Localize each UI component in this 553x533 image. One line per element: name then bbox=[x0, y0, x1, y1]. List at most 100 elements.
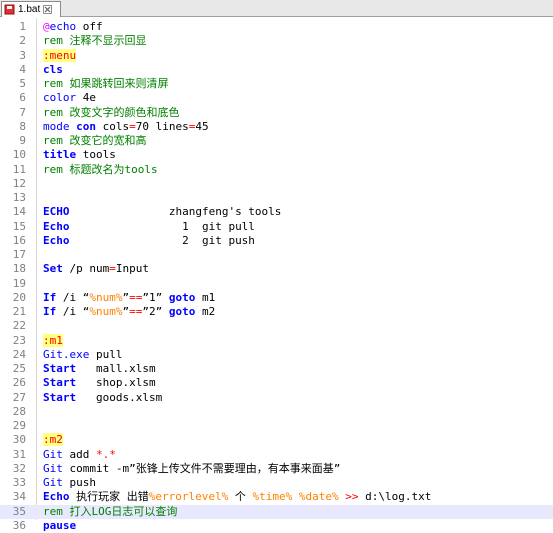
code-line[interactable]: 12 bbox=[0, 177, 553, 191]
tab-bar: 1.bat bbox=[0, 0, 553, 17]
code-token: Start bbox=[43, 376, 77, 390]
code-line[interactable]: 32 Git commit -m”张锋上传文件不需要理由，有本事来面基” bbox=[0, 462, 553, 476]
code-line[interactable]: 9 rem 改变它的宽和高 bbox=[0, 134, 553, 148]
code-editor[interactable]: 1 @echo off 2 rem 注释不显示回显 3 :menu 4 cls 5 rem 如果跳… bbox=[0, 18, 553, 532]
code-token: cls bbox=[43, 62, 63, 76]
code-token: pull bbox=[89, 347, 123, 361]
code-token: %date% bbox=[298, 490, 339, 504]
line-number: 35 bbox=[12, 504, 26, 518]
line-code: :menu bbox=[43, 48, 77, 63]
code-token: %num% bbox=[89, 305, 123, 318]
code-line[interactable]: 19 bbox=[0, 277, 553, 291]
line-number: 16 bbox=[12, 233, 26, 247]
line-number: 5 bbox=[19, 77, 26, 90]
code-token: >> bbox=[345, 490, 359, 504]
line-number: 20 bbox=[12, 290, 26, 304]
code-line[interactable]: 18 Set /p num=Input bbox=[0, 262, 553, 276]
code-line[interactable]: 5 rem 如果跳转回来则清屏 bbox=[0, 77, 553, 91]
code-token: cols bbox=[96, 119, 130, 133]
line-number: 4 bbox=[19, 62, 26, 76]
line-code: :m1 bbox=[43, 333, 63, 348]
code-line[interactable]: 16 Echo 2 git push bbox=[0, 234, 553, 248]
code-line[interactable]: 31 Git add *.* bbox=[0, 448, 553, 462]
line-number: 18 bbox=[12, 262, 26, 276]
code-token: Git bbox=[43, 447, 63, 461]
code-line[interactable]: 4 cls bbox=[0, 63, 553, 77]
code-line[interactable]: 34 Echo 执行玩家 出错%errorlevel% 个 %time% %dat… bbox=[0, 490, 553, 504]
code-token: off bbox=[76, 20, 103, 33]
line-number: 25 bbox=[12, 362, 26, 375]
line-code: rem 标题改名为tools bbox=[43, 163, 158, 177]
line-number: 6 bbox=[19, 91, 26, 105]
line-code: ECHO zhangfeng's tools bbox=[43, 205, 281, 219]
code-line[interactable]: 29 bbox=[0, 419, 553, 433]
code-line[interactable]: 22 bbox=[0, 319, 553, 333]
line-number: 33 bbox=[12, 476, 26, 489]
line-code: If /i “%num%”==”1” goto m1 bbox=[43, 291, 215, 305]
line-code: Echo 2 git push bbox=[43, 234, 255, 248]
code-line[interactable]: 15 Echo 1 git pull bbox=[0, 220, 553, 234]
code-line[interactable]: 35 rem 打入LOG日志可以查询 bbox=[0, 504, 553, 519]
line-code: cls bbox=[43, 63, 63, 77]
code-line[interactable]: 10 title tools bbox=[0, 148, 553, 162]
line-code: :m2 bbox=[43, 433, 63, 447]
code-line[interactable]: 11 rem 标题改名为tools bbox=[0, 163, 553, 177]
code-line[interactable]: 24 Git.exe pull bbox=[0, 348, 553, 362]
code-line[interactable]: 6 color 4e bbox=[0, 91, 553, 105]
code-line[interactable]: 14 ECHO zhangfeng's tools bbox=[0, 205, 553, 219]
code-line[interactable]: 36 pause bbox=[0, 519, 553, 533]
code-line[interactable]: 8 mode con cols=70 lines=45 bbox=[0, 120, 553, 134]
code-token: %num% bbox=[89, 290, 123, 304]
code-token: Git bbox=[43, 461, 63, 475]
line-code: Set /p num=Input bbox=[43, 262, 149, 276]
line-number: 2 bbox=[19, 34, 26, 48]
line-number: 14 bbox=[12, 205, 26, 219]
code-line[interactable]: 7 rem 改变文字的颜色和底色 bbox=[0, 106, 553, 120]
code-token: /p num bbox=[62, 262, 110, 276]
code-token: 2 git push bbox=[69, 233, 255, 247]
code-line[interactable]: 21 If /i “%num%”==”2” goto m2 bbox=[0, 305, 553, 319]
line-number: 3 bbox=[19, 48, 26, 62]
code-token: ”2” bbox=[142, 305, 169, 318]
code-line[interactable]: 20 If /i “%num%”==”1” goto m1 bbox=[0, 291, 553, 305]
code-line[interactable]: 3 :menu bbox=[0, 48, 553, 63]
line-number: 10 bbox=[12, 148, 26, 162]
line-code: pause bbox=[43, 519, 76, 533]
code-token: pause bbox=[43, 518, 77, 532]
code-token: mall.xlsm bbox=[76, 362, 156, 375]
code-line[interactable]: 25 Start mall.xlsm bbox=[0, 362, 553, 376]
code-token: :menu bbox=[43, 48, 77, 62]
code-line[interactable]: 1 @echo off bbox=[0, 20, 553, 34]
code-token: ECHO bbox=[43, 205, 70, 219]
line-number: 1 bbox=[19, 20, 26, 33]
code-line[interactable]: 26 Start shop.xlsm bbox=[0, 376, 553, 390]
code-token: d:\log.txt bbox=[358, 490, 432, 504]
tab-1-bat[interactable]: 1.bat bbox=[1, 1, 61, 17]
close-icon[interactable] bbox=[42, 5, 52, 15]
code-token: 1 git pull bbox=[69, 219, 255, 233]
code-token: *.* bbox=[96, 447, 116, 461]
code-line[interactable]: 33 Git push bbox=[0, 476, 553, 490]
code-line[interactable]: 2 rem 注释不显示回显 bbox=[0, 34, 553, 48]
code-token: rem 改变文字的颜色和底色 bbox=[43, 105, 180, 119]
code-line[interactable]: 28 bbox=[0, 405, 553, 419]
code-token: = bbox=[109, 262, 116, 276]
code-token: goods.xlsm bbox=[76, 390, 163, 404]
code-token: ”1” bbox=[142, 290, 169, 304]
line-number: 17 bbox=[12, 248, 26, 261]
code-line[interactable]: 27 Start goods.xlsm bbox=[0, 391, 553, 405]
code-token: Git.exe bbox=[43, 347, 90, 361]
line-number: 11 bbox=[12, 162, 26, 176]
code-token: m1 bbox=[195, 290, 216, 304]
line-code: color 4e bbox=[43, 91, 96, 105]
code-line[interactable]: 30:m2 bbox=[0, 433, 553, 447]
code-token: rem 标题改名为tools bbox=[43, 162, 158, 176]
line-code: Start goods.xlsm bbox=[43, 391, 162, 405]
line-code: Echo 1 git pull bbox=[43, 220, 255, 234]
code-token: == bbox=[129, 290, 143, 304]
code-line[interactable]: 23:m1 bbox=[0, 333, 553, 348]
code-line[interactable]: 13 bbox=[0, 191, 553, 205]
line-code: rem 注释不显示回显 bbox=[43, 34, 147, 48]
code-line[interactable]: 17 bbox=[0, 248, 553, 262]
code-token: Set bbox=[43, 262, 63, 276]
